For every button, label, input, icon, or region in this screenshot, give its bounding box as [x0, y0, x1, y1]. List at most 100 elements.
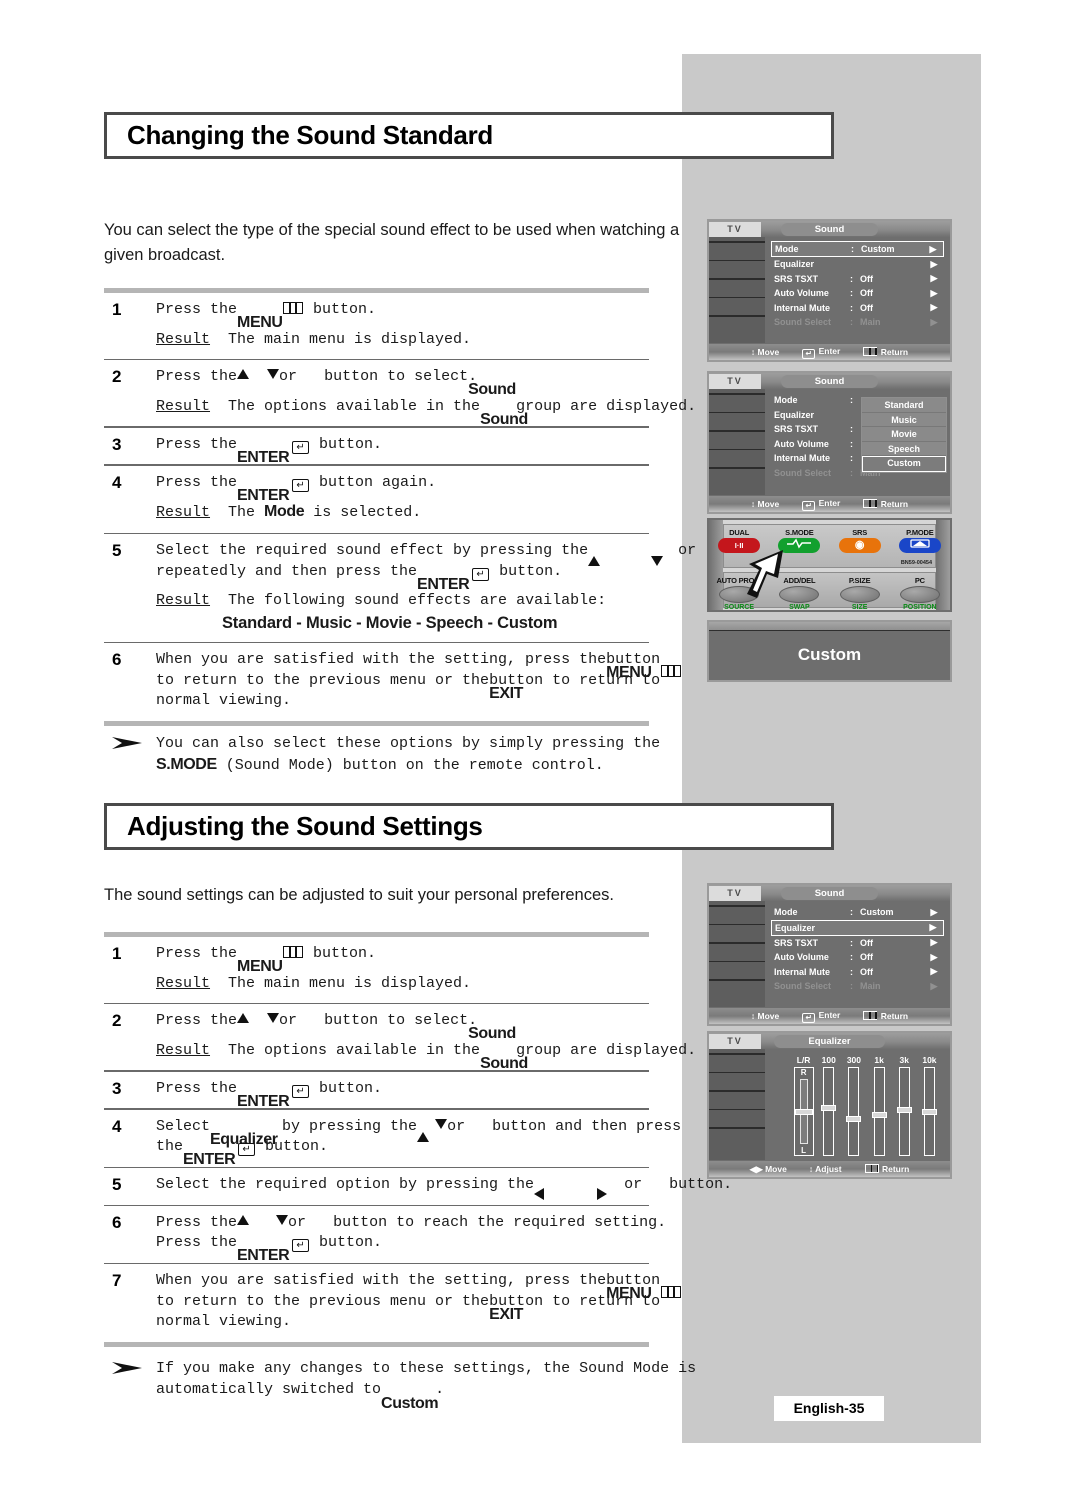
osd-foot-return: Return — [862, 347, 908, 357]
up-arrow-icon — [237, 369, 250, 380]
step-number: 6 — [112, 1212, 122, 1232]
slider-balance-lr[interactable]: R L — [791, 1067, 816, 1156]
sound-label: Sound — [468, 1025, 516, 1043]
remote-button-caption: S.MODE — [785, 528, 814, 537]
slider-track: R L — [793, 1067, 814, 1156]
osd-row-auto-volume[interactable]: Auto Volume : Off ▶ — [771, 286, 944, 301]
slider-band-300[interactable] — [841, 1067, 866, 1156]
slider-band-1k[interactable] — [867, 1067, 892, 1156]
slider-knob[interactable] — [871, 1111, 887, 1118]
osd-row-label: Equalizer — [774, 409, 815, 420]
step-item: 7 When you are satisfied with the settin… — [104, 1264, 684, 1342]
enter-button-label: ENTER — [183, 1151, 236, 1169]
step-text-tail: button. — [319, 435, 383, 453]
osd-row-mode[interactable]: Mode : Custom ▶ — [771, 905, 944, 920]
step-item: 1 Press the MENU button. Result The main m… — [104, 293, 684, 359]
chevron-right-icon: ▶ — [930, 951, 938, 962]
chevron-right-icon: ▶ — [930, 906, 938, 917]
remote-control-photo: DUAL I·II S.MODE SRS ◉ P.MODE BN59-00454… — [707, 518, 952, 612]
enter-icon: ↵ — [802, 1012, 816, 1023]
slider-band-100[interactable] — [816, 1067, 841, 1156]
slider-knob[interactable] — [794, 1108, 813, 1115]
osd-row-mode[interactable]: Mode : Custom ▶ — [771, 241, 944, 257]
osd-row-value: Off — [860, 288, 873, 299]
remote-button-oval — [839, 586, 880, 603]
step-item: 5 Select the required option by pressing… — [104, 1168, 732, 1205]
section-title-changing-sound-standard: Changing the Sound Standard — [104, 112, 834, 159]
remote-button-pmode[interactable]: P.MODE — [897, 528, 943, 553]
osd-row-colon: : — [850, 438, 853, 449]
mode-option-music[interactable]: Music — [862, 412, 946, 427]
osd-row-sound-select[interactable]: Sound Select : Main ▶ — [771, 315, 944, 330]
step-number: 2 — [112, 367, 122, 387]
section2-intro-text: The sound settings can be adjusted to su… — [104, 886, 614, 904]
slider-knob[interactable] — [821, 1104, 837, 1111]
step-text-b: or — [288, 1213, 307, 1231]
slider-knob[interactable] — [846, 1115, 862, 1122]
slider-knob[interactable] — [921, 1108, 937, 1115]
remote-button-srs[interactable]: SRS ◉ — [837, 528, 883, 553]
osd-row-label: Mode — [774, 395, 798, 406]
smode-button-label: S.MODE — [156, 756, 217, 773]
osd-foot-enter: ↵ Enter — [801, 1010, 840, 1023]
osd-row-colon: : — [850, 273, 853, 284]
step-item: 3 Press the ENTER ↵ button. — [104, 428, 684, 466]
osd-row-srs-tsxt[interactable]: SRS TSXT : Off ▶ — [771, 272, 944, 287]
osd-row-colon: : — [850, 288, 853, 299]
step-text: Press the — [156, 1079, 238, 1097]
step-text-line3: normal viewing. — [156, 1313, 292, 1331]
osd-row-value: Off — [860, 966, 873, 977]
osd-header: TV Sound — [709, 885, 950, 901]
remote-button-pill — [898, 538, 941, 553]
osd-sound-menu-equalizer: TV Sound Mode : Custom ▶ Equalizer ▶ SRS… — [707, 883, 952, 1026]
mode-option-speech[interactable]: Speech — [862, 441, 946, 456]
divider — [104, 720, 649, 726]
step-number: 6 — [112, 650, 122, 670]
result-label: Result — [156, 1041, 211, 1059]
note-line2: automatically switched to — [156, 1381, 382, 1398]
osd-row-equalizer[interactable]: Equalizer ▶ — [771, 919, 944, 936]
chevron-right-icon: ▶ — [930, 966, 938, 977]
osd-row-label: Equalizer — [774, 259, 815, 270]
osd-left-rail — [709, 237, 765, 343]
slider-band-3k[interactable] — [892, 1067, 917, 1156]
osd-row-internal-mute[interactable]: Internal Mute : Off ▶ — [771, 301, 944, 316]
note-line1: If you make any changes to these setting… — [156, 1360, 697, 1377]
menu-icon — [863, 347, 878, 356]
step-text-line2: the — [156, 1138, 184, 1156]
menu-icon — [661, 1286, 682, 1299]
osd-row-colon: : — [850, 424, 853, 435]
osd-footer: ↕ Move ↵ Enter Return — [709, 1008, 950, 1024]
osd-row-sound-select[interactable]: Sound Select : Main ▶ — [771, 979, 944, 994]
step-text: Press the — [156, 473, 238, 491]
step-text: Press the — [156, 435, 238, 453]
remote-button-pc[interactable]: PC POSITION — [897, 576, 943, 610]
step-number: 3 — [112, 1078, 122, 1098]
chevron-right-icon: ▶ — [930, 937, 938, 948]
step-text: Press the — [156, 368, 238, 386]
osd-foot-return: Return — [862, 499, 908, 509]
osd-row-auto-volume[interactable]: Auto Volume : Off ▶ — [771, 950, 944, 965]
note-line1: You can also select these options by sim… — [156, 735, 661, 752]
osd-row-colon: : — [850, 302, 853, 313]
enter-button-label: ENTER — [237, 1247, 290, 1265]
mode-option-custom[interactable]: Custom — [862, 456, 946, 472]
mode-option-standard[interactable]: Standard — [862, 398, 946, 413]
menu-icon — [661, 665, 682, 678]
slider-knob[interactable] — [896, 1107, 912, 1114]
osd-row-srs-tsxt[interactable]: SRS TSXT : Off ▶ — [771, 936, 944, 951]
osd-left-rail — [709, 1049, 765, 1160]
section-title-text: Adjusting the Sound Settings — [127, 811, 483, 841]
remote-button-sublabel: SWAP — [789, 604, 810, 611]
osd-row-internal-mute[interactable]: Internal Mute : Off ▶ — [771, 965, 944, 980]
section-title-adjusting-sound-settings: Adjusting the Sound Settings — [104, 803, 834, 850]
osd-foot-move: ↕ Move — [750, 499, 780, 509]
osd-row-equalizer[interactable]: Equalizer ▶ — [771, 257, 944, 272]
remote-button-p-size[interactable]: P.SIZE SIZE — [837, 576, 883, 610]
enter-icon: ↵ — [472, 567, 490, 581]
band-label-10k: 10k — [922, 1055, 937, 1065]
chevron-right-icon: ▶ — [930, 287, 938, 298]
mode-option-movie[interactable]: Movie — [862, 427, 946, 442]
section2-step-list: 1 Press the MENU button. Result The main m… — [104, 932, 732, 1347]
slider-band-10k[interactable] — [917, 1067, 942, 1156]
